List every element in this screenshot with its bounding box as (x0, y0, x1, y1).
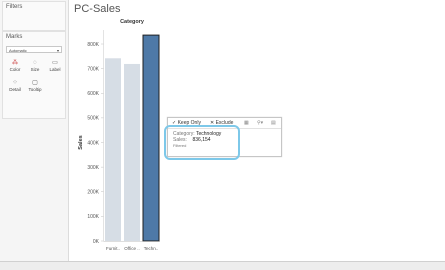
x-tick-label: Furnit.. (106, 246, 120, 251)
marks-card: Marks Automatic ▾ ⁂ Color ◌ Size ▭ Label… (2, 31, 66, 119)
color-button-label: Color (9, 67, 21, 72)
status-bar (0, 261, 445, 270)
bar (105, 58, 121, 241)
bar (124, 63, 140, 241)
detail-button[interactable]: ⁘ Detail (6, 79, 24, 96)
filters-title: Filters (6, 4, 23, 10)
size-button[interactable]: ◌ Size (26, 59, 44, 76)
y-tick-label: 700K (87, 66, 99, 72)
tooltip-highlight (164, 125, 240, 160)
y-axis-title: Sales (78, 135, 84, 149)
x-tick-label: Techn.. (144, 246, 159, 251)
chevron-down-icon: ▾ (56, 48, 59, 53)
color-button[interactable]: ⁂ Color (6, 59, 24, 76)
link-icon[interactable]: ⚲▾ (257, 118, 263, 128)
detail-button-label: Detail (9, 87, 21, 92)
tooltip-button-label: Tooltip (28, 87, 42, 92)
mark-type-value: Automatic (9, 48, 27, 53)
left-pane: Filters Marks Automatic ▾ ⁂ Color ◌ Size… (0, 0, 69, 262)
label-icon: ▭ (52, 60, 58, 66)
x-tick-label: Office .. (124, 246, 139, 251)
y-tick-label: 600K (87, 91, 99, 97)
tooltip-button[interactable]: ▢ Tooltip (26, 79, 44, 96)
label-button[interactable]: ▭ Label (46, 59, 64, 76)
color-palette-icon: ⁂ (12, 60, 18, 66)
column-header: Category (120, 19, 145, 25)
y-tick-label: 800K (87, 42, 99, 48)
tooltip-icon: ▢ (32, 80, 38, 86)
size-button-label: Size (30, 67, 40, 72)
y-tick-label: 200K (87, 190, 99, 196)
filters-card[interactable]: Filters (2, 1, 66, 31)
marks-title: Marks (6, 34, 23, 40)
bar-selected (142, 34, 160, 242)
size-icon: ◌ (33, 60, 37, 66)
y-tick-label: 0K (93, 239, 100, 245)
y-tick-label: 100K (87, 214, 99, 220)
group-icon[interactable]: ▦ (244, 118, 249, 128)
y-tick-label: 300K (87, 165, 99, 171)
mark-type-dropdown[interactable]: Automatic ▾ (6, 46, 62, 53)
y-tick-label: 500K (87, 116, 99, 122)
view-data-icon[interactable]: ▤ (271, 118, 276, 128)
y-tick-label: 400K (87, 140, 99, 146)
detail-icon: ⁘ (12, 80, 18, 86)
label-button-label: Label (49, 67, 61, 72)
